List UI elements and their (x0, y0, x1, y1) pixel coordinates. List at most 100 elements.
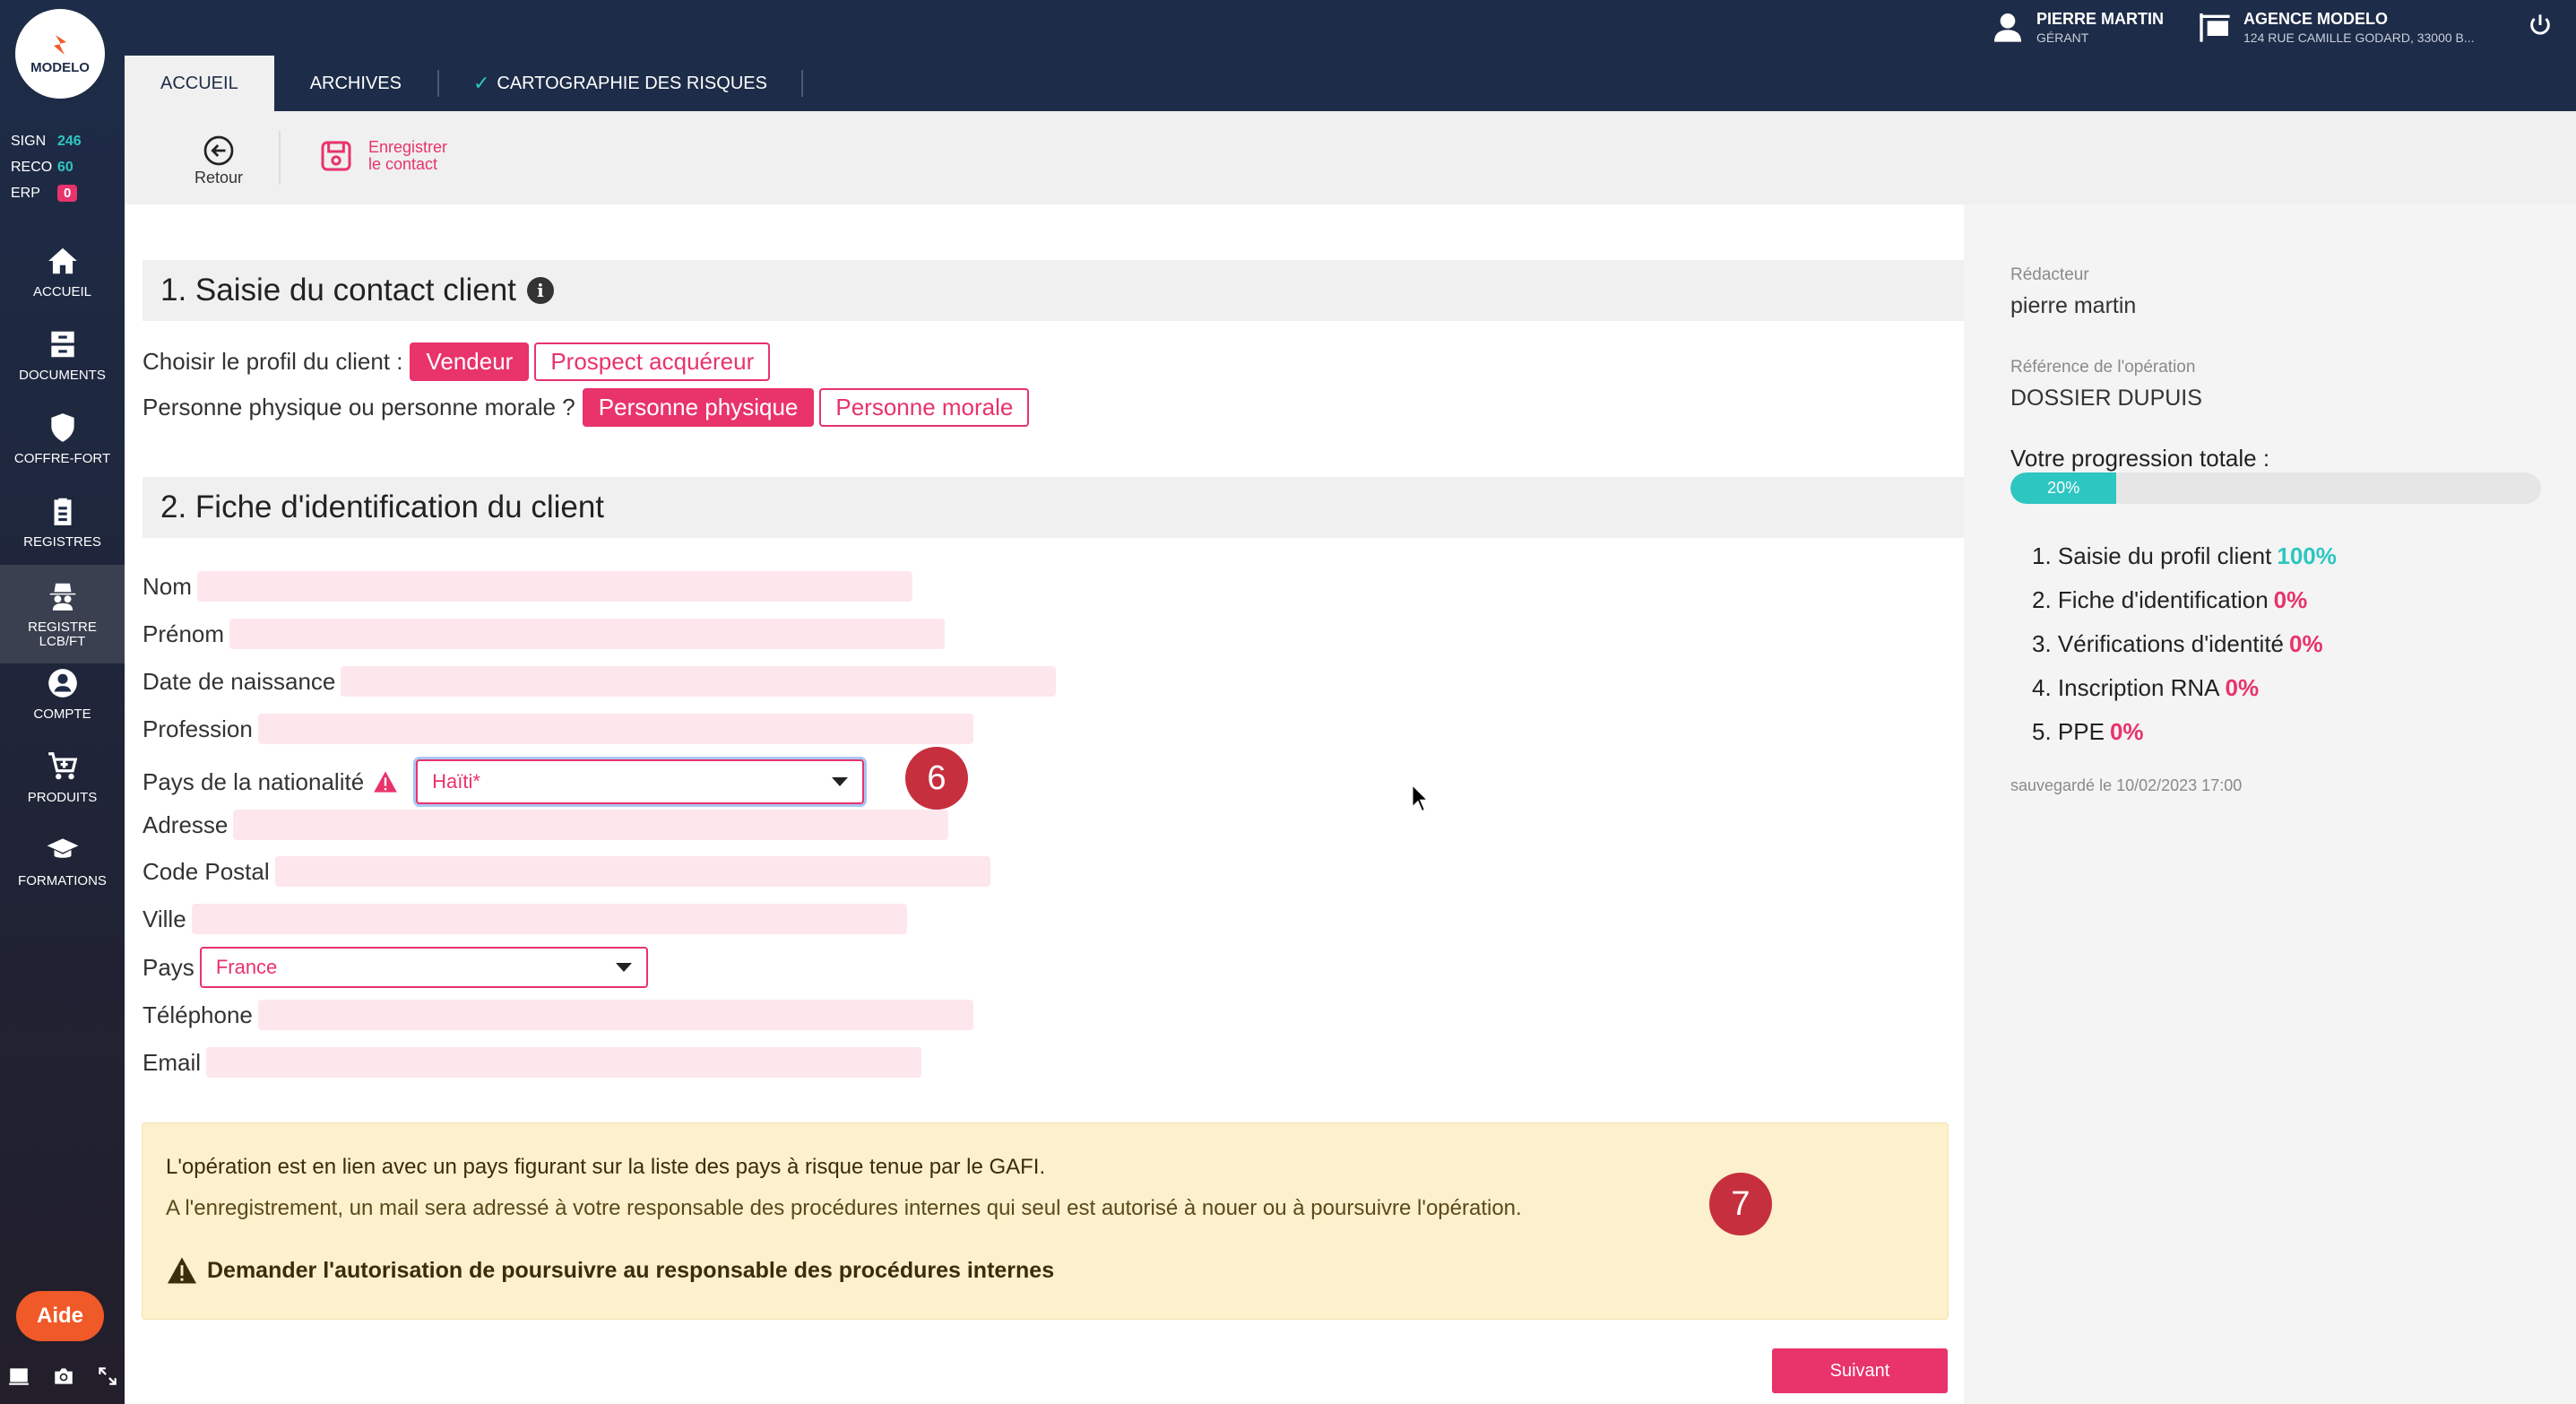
alert-line-2: A l'enregistrement, un mail sera adressé… (166, 1196, 1522, 1220)
nav-produits[interactable]: PRODUITS (0, 735, 125, 819)
profile-question: Choisir le profil du client : Vendeur Pr… (143, 342, 771, 381)
step-item[interactable]: 5. PPE 0% (2032, 710, 2337, 754)
agency-block[interactable]: AGENCE MODELO 124 RUE CAMILLE GODARD, 33… (2197, 9, 2475, 45)
pays-select[interactable]: France (199, 947, 648, 988)
ville-input[interactable] (191, 904, 907, 934)
profession-input[interactable] (257, 714, 973, 744)
clipboard-icon (54, 498, 71, 525)
field-prenom: Prénom (143, 616, 946, 652)
nav-registres[interactable]: REGISTRES (0, 480, 125, 563)
aide-button[interactable]: Aide (16, 1291, 104, 1341)
nav-coffre-fort[interactable]: COFFRE-FORT (0, 396, 125, 480)
field-label: Pays de la nationalité (143, 767, 365, 795)
prenom-input[interactable] (229, 619, 946, 649)
logo-icon (54, 34, 66, 55)
personne-morale-button[interactable]: Personne morale (819, 388, 1030, 427)
redacteur-value: pierre martin (2010, 293, 2137, 318)
field-naissance: Date de naissance (143, 663, 1057, 699)
user-block[interactable]: PIERRE MARTIN GÉRANT (1990, 9, 2164, 45)
progress-bar: 20% (2010, 472, 2541, 504)
adresse-input[interactable] (233, 810, 949, 840)
profile-prospect-button[interactable]: Prospect acquéreur (534, 342, 771, 381)
counter-erp[interactable]: ERP 0 (11, 180, 114, 206)
field-profession: Profession (143, 711, 973, 747)
birthdate-input[interactable] (341, 666, 1057, 697)
field-nationalite: Pays de la nationalité Haïti* (143, 758, 865, 805)
field-label: Ville (143, 905, 186, 932)
logo[interactable]: MODELO (15, 9, 105, 99)
step-percent: 0% (2289, 630, 2323, 657)
step-item[interactable]: 2. Fiche d'identification 0% (2032, 578, 2337, 622)
nav-compte[interactable]: COMPTE (0, 652, 125, 735)
step-list: 1. Saisie du profil client 100% 2. Fiche… (2032, 534, 2337, 754)
warning-icon (374, 771, 398, 793)
section-2-title: 2. Fiche d'identification du client (160, 490, 605, 524)
counter-label: SIGN (11, 133, 47, 149)
section-1-title: 1. Saisie du contact client (160, 273, 516, 308)
logo-text: MODELO (30, 59, 90, 75)
step-label: 3. Vérifications d'identité (2032, 630, 2285, 657)
step-label: 5. PPE (2032, 718, 2105, 745)
power-icon[interactable] (2528, 13, 2553, 38)
nav-accueil[interactable]: ACCUEIL (0, 230, 125, 313)
save-contact-button[interactable]: Enregistrer le contact (318, 138, 447, 174)
counters: SIGN 246 RECO 60 ERP 0 (11, 128, 114, 206)
spy-icon (49, 583, 75, 611)
saved-timestamp: sauvegardé le 10/02/2023 17:00 (2010, 776, 2243, 794)
step-marker-6: 6 (905, 747, 968, 810)
step-item[interactable]: 1. Saisie du profil client 100% (2032, 534, 2337, 578)
nav-label: PRODUITS (27, 789, 98, 805)
home-icon (48, 247, 77, 273)
nav-label: REGISTRES (23, 533, 101, 550)
monitor-icon[interactable] (7, 1365, 30, 1388)
tab-label: ARCHIVES (309, 73, 402, 93)
step-marker-7: 7 (1709, 1173, 1772, 1235)
field-label: Prénom (143, 620, 225, 647)
tab-cartographie[interactable]: ✓ CARTOGRAPHIE DES RISQUES (439, 56, 801, 111)
step-item[interactable]: 3. Vérifications d'identité 0% (2032, 622, 2337, 666)
counter-sign[interactable]: SIGN 246 (11, 128, 114, 154)
counter-reco[interactable]: RECO 60 (11, 154, 114, 180)
email-input[interactable] (206, 1047, 922, 1078)
check-icon: ✓ (472, 72, 490, 94)
info-icon[interactable]: i (526, 277, 554, 304)
nav-registre-lcbft[interactable]: REGISTRE LCB/FT (0, 565, 125, 663)
back-button[interactable]: Retour (194, 134, 243, 187)
profile-vendeur-button[interactable]: Vendeur (410, 342, 530, 381)
tab-bar: ACCUEIL ARCHIVES ✓ CARTOGRAPHIE DES RISQ… (125, 56, 803, 111)
archive-icon (50, 331, 74, 357)
step-label: 4. Inscription RNA (2032, 674, 2220, 701)
tab-accueil[interactable]: ACCUEIL (125, 56, 274, 111)
tab-archives[interactable]: ARCHIVES (274, 56, 437, 111)
profile-question-label: Choisir le profil du client : (143, 348, 403, 375)
nationality-select[interactable]: Haïti* (416, 759, 865, 804)
shield-icon (50, 412, 74, 442)
toolbar: Retour Enregistrer le contact (125, 111, 2576, 204)
field-label: Adresse (143, 810, 229, 838)
reference-label: Référence de l'opération (2010, 358, 2196, 377)
nav-label: FORMATIONS (18, 872, 107, 888)
code-postal-input[interactable] (274, 856, 990, 887)
expand-icon[interactable] (96, 1365, 119, 1388)
telephone-input[interactable] (257, 1000, 973, 1030)
back-label: Retour (194, 169, 244, 186)
step-percent: 100% (2277, 542, 2337, 569)
nom-input[interactable] (196, 571, 912, 602)
progress-fill: 20% (2010, 472, 2117, 504)
nav-formations[interactable]: FORMATIONS (0, 819, 125, 902)
authorization-request-link[interactable]: Demander l'autorisation de poursuivre au… (166, 1256, 1054, 1285)
step-item[interactable]: 4. Inscription RNA 0% (2032, 666, 2337, 710)
next-button[interactable]: Suivant (1772, 1348, 1948, 1393)
field-telephone: Téléphone (143, 997, 973, 1033)
field-adresse: Adresse (143, 807, 949, 843)
save-label-1: Enregistrer (368, 138, 448, 156)
field-label: Nom (143, 572, 192, 600)
field-label: Profession (143, 715, 253, 742)
camera-icon[interactable] (52, 1365, 75, 1388)
step-percent: 0% (2109, 718, 2144, 745)
personne-physique-button[interactable]: Personne physique (582, 388, 815, 427)
nav-label: REGISTRE LCB/FT (28, 620, 97, 649)
field-label: Pays (143, 953, 194, 981)
main-content: 1. Saisie du contact client i Choisir le… (125, 204, 1964, 1404)
nav-documents[interactable]: DOCUMENTS (0, 313, 125, 396)
